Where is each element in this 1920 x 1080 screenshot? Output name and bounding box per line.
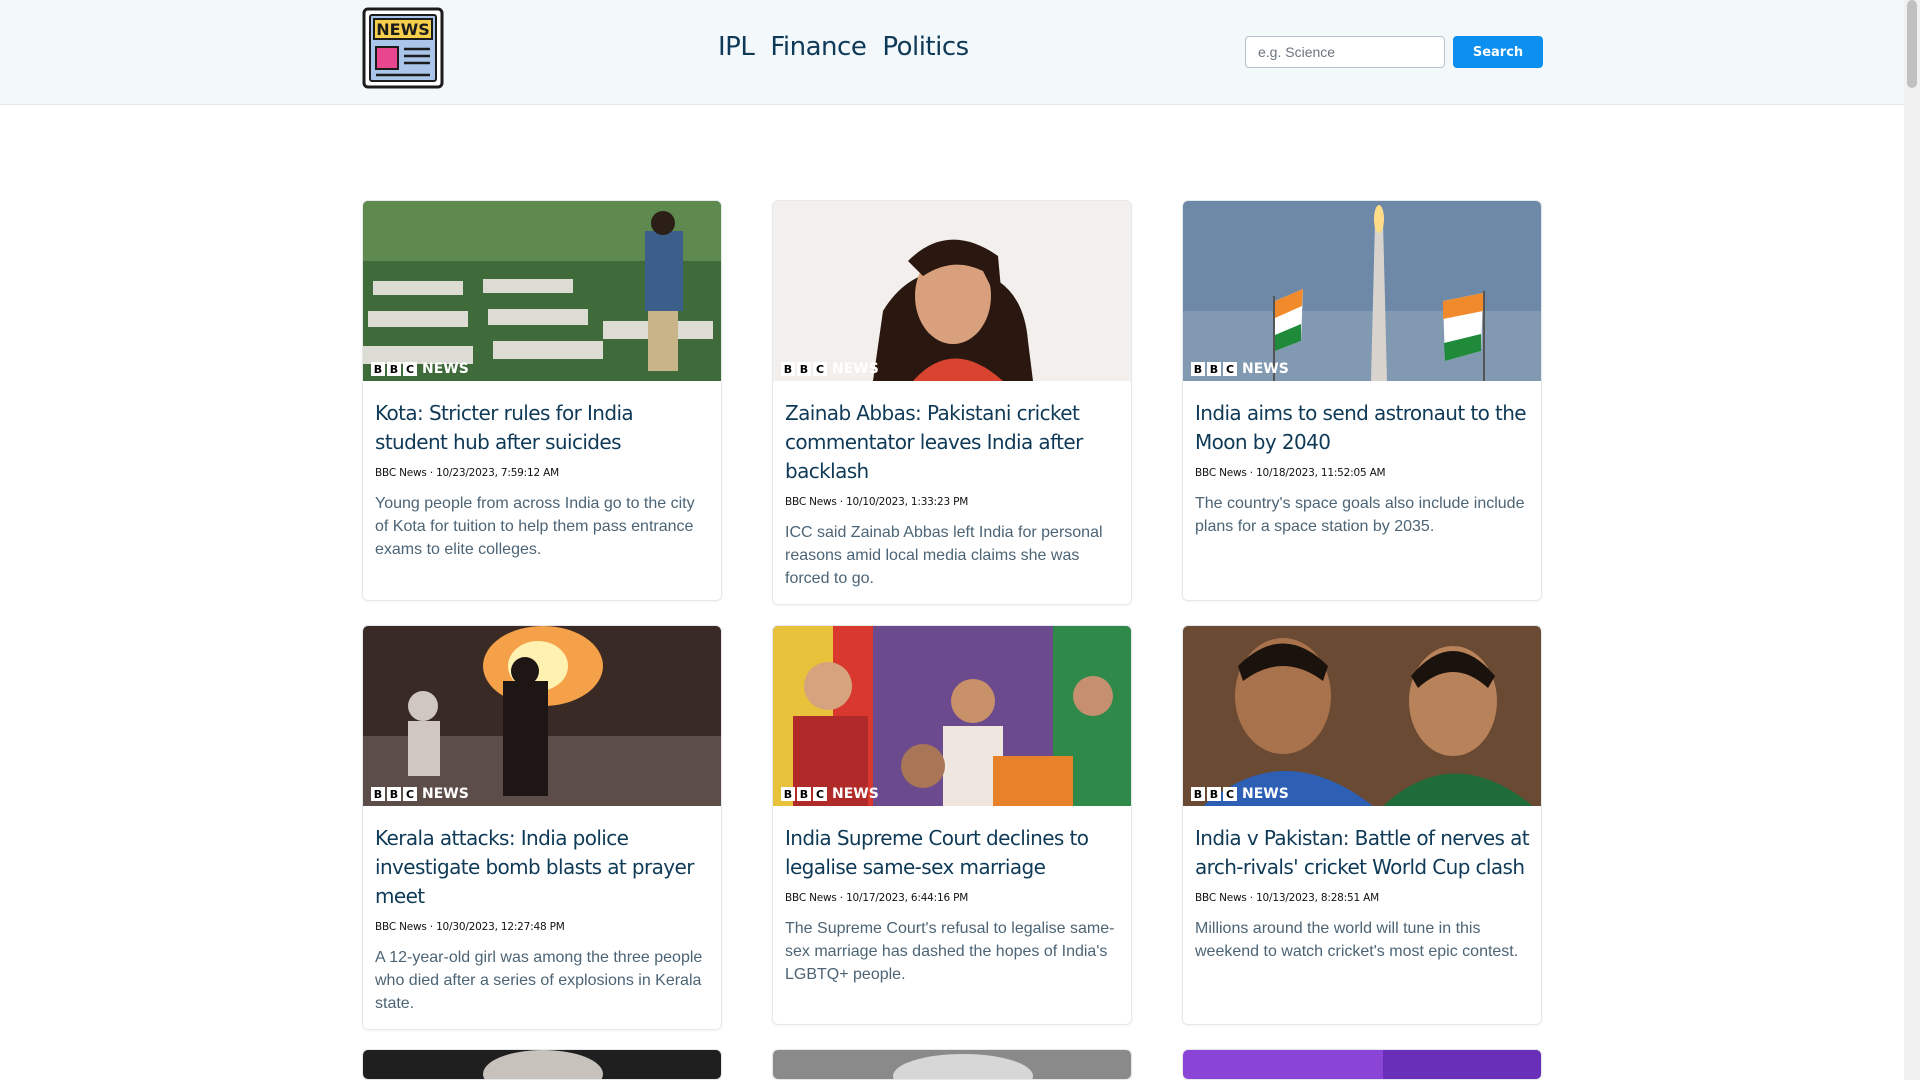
article-image-courtroom-crowd[interactable]: B B C NEWS [773, 626, 1131, 806]
news-card[interactable]: B B C NEWS India Supreme Court declines to … [772, 625, 1132, 1025]
article-image-blast-scene[interactable]: B B C NEWS [363, 626, 721, 806]
news-card[interactable]: B B C NEWS India aims to send astronaut to … [1182, 200, 1542, 601]
article-title[interactable]: Kota: Stricter rules for India student h… [375, 399, 709, 457]
article-description: ICC said Zainab Abbas left India for per… [785, 524, 1103, 587]
article-meta: BBC News · 10/10/2023, 1:33:23 PM [785, 496, 969, 508]
site-header: NEWS IPL Finance Politics Search [0, 0, 1904, 105]
article-title[interactable]: Kerala attacks: India police investigate… [375, 824, 709, 911]
news-card[interactable] [1182, 1049, 1542, 1080]
svg-text:NEWS: NEWS [376, 20, 430, 39]
news-card[interactable]: B B C NEWS Kota: Stricter rules for India s… [362, 200, 722, 601]
article-image-partial[interactable] [1183, 1050, 1541, 1079]
news-card[interactable]: B B C NEWS India v Pakistan: Battle of nerv… [1182, 625, 1542, 1025]
bbc-news-logo: B B C NEWS [371, 786, 469, 802]
article-description: Millions around the world will tune in t… [1195, 920, 1519, 960]
article-image-cricket-captains[interactable]: B B C NEWS [1183, 626, 1541, 806]
article-description: The Supreme Court's refusal to legalise … [785, 920, 1115, 983]
nav-link-ipl[interactable]: IPL [718, 32, 755, 62]
article-meta: BBC News · 10/30/2023, 12:27:48 PM [375, 921, 565, 933]
bbc-news-logo: B B C NEWS [1191, 786, 1289, 802]
article-image-rocket-launch[interactable]: B B C NEWS [1183, 201, 1541, 381]
category-nav: IPL Finance Politics [718, 32, 969, 62]
article-description: Young people from across India go to the… [375, 495, 695, 558]
search-input[interactable] [1245, 36, 1445, 68]
page-scrollbar[interactable] [1904, 0, 1920, 1080]
newspaper-logo-icon[interactable]: NEWS [362, 7, 444, 89]
article-title[interactable]: India Supreme Court declines to legalise… [785, 824, 1119, 882]
nav-link-finance[interactable]: Finance [770, 32, 866, 62]
article-meta: BBC News · 10/18/2023, 11:52:05 AM [1195, 467, 1386, 479]
article-image-commentator[interactable]: B B C NEWS [773, 201, 1131, 381]
news-card[interactable] [772, 1049, 1132, 1080]
article-image-partial[interactable] [773, 1050, 1131, 1079]
article-image-partial[interactable] [363, 1050, 721, 1079]
article-meta: BBC News · 10/17/2023, 6:44:16 PM [785, 892, 969, 904]
article-title[interactable]: India v Pakistan: Battle of nerves at ar… [1195, 824, 1530, 882]
search-button[interactable]: Search [1453, 36, 1543, 68]
article-image-classroom[interactable]: B B C NEWS [363, 201, 721, 381]
article-meta: BBC News · 10/13/2023, 8:28:51 AM [1195, 892, 1379, 904]
bbc-news-logo: B B C NEWS [1191, 361, 1289, 377]
news-card[interactable]: B B C NEWS Zainab Abbas: Pakistani cricket … [772, 200, 1132, 605]
article-title[interactable]: Zainab Abbas: Pakistani cricket commenta… [785, 399, 1119, 486]
article-description: A 12-year-old girl was among the three p… [375, 949, 703, 1012]
news-card[interactable] [362, 1049, 722, 1080]
news-card[interactable]: B B C NEWS Kerala attacks: India police inv… [362, 625, 722, 1030]
bbc-news-logo: B B C NEWS [781, 361, 879, 377]
bbc-news-logo: B B C NEWS [371, 361, 469, 377]
nav-link-politics[interactable]: Politics [882, 32, 969, 62]
scrollbar-thumb[interactable] [1907, 0, 1917, 88]
article-description: The country's space goals also include i… [1195, 495, 1525, 535]
article-title[interactable]: India aims to send astronaut to the Moon… [1195, 399, 1529, 457]
bbc-news-logo: B B C NEWS [781, 786, 879, 802]
article-meta: BBC News · 10/23/2023, 7:59:12 AM [375, 467, 559, 479]
